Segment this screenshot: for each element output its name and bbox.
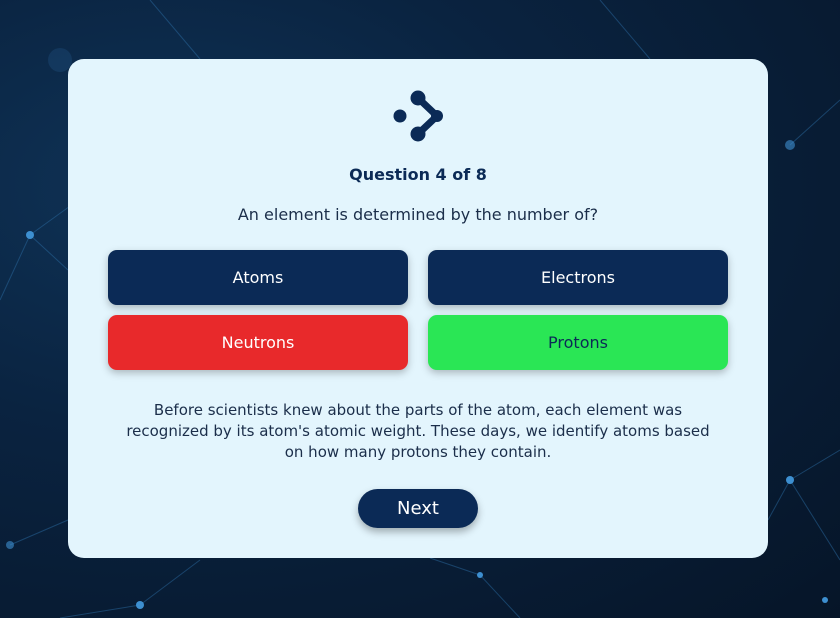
question-text: An element is determined by the number o… [237, 205, 599, 224]
answer-protons-button-correct[interactable]: Protons [428, 315, 728, 370]
molecule-logo-icon [393, 90, 443, 142]
answer-atoms-button[interactable]: Atoms [108, 250, 408, 305]
next-button[interactable]: Next [358, 489, 478, 528]
answer-electrons-button[interactable]: Electrons [428, 250, 728, 305]
explanation-text: Before scientists knew about the parts o… [126, 401, 710, 461]
question-counter: Question 4 of 8 [349, 165, 487, 184]
answer-neutrons-button-incorrect[interactable]: Neutrons [108, 315, 408, 370]
quiz-card: Question 4 of 8 An element is determined… [68, 59, 768, 558]
